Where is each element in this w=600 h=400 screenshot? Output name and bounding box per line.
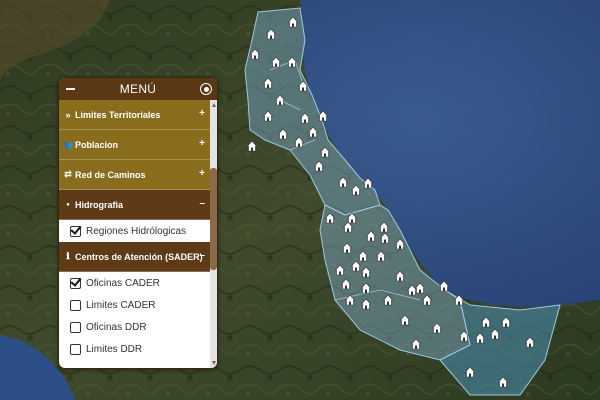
menu-scrollbar[interactable]: [210, 100, 217, 368]
scroll-up-icon[interactable]: [212, 103, 216, 107]
layer-checkbox[interactable]: [70, 321, 81, 333]
menu-section-label: Red de Caminos: [75, 169, 146, 180]
collapse-menu-icon[interactable]: [66, 88, 75, 90]
layer-option-limites-ddr[interactable]: Limites DDR: [59, 338, 217, 360]
layer-option-label: Oficinas DDR: [86, 321, 147, 333]
menu-section-label: Limites Territoriales: [75, 109, 161, 120]
scroll-down-icon[interactable]: [212, 361, 216, 365]
layer-option-label: Limites DDR: [86, 343, 143, 355]
menu-body: » Limites Territoriales + 👥 Poblacion + ⇄ Red d…: [59, 100, 217, 368]
menu-section-limites-territoriales[interactable]: » Limites Territoriales +: [59, 100, 217, 130]
water-drop-icon: ●: [66, 201, 70, 208]
double-chevron-right-icon: »: [65, 109, 71, 120]
layer-checkbox[interactable]: [70, 277, 81, 289]
menu-section-label: Hidrografia: [75, 199, 124, 210]
info-icon: ℹ: [66, 251, 70, 261]
layer-checkbox[interactable]: [70, 225, 81, 237]
menu-section-poblacion[interactable]: 👥 Poblacion +: [59, 130, 217, 160]
layer-option-label: Oficinas CADER: [86, 277, 160, 289]
layer-option-label: Limites CADER: [86, 299, 156, 311]
layer-option-label: Regiones Hidrólogicas: [86, 225, 187, 237]
menu-section-centros-de-atenci-n-sader[interactable]: ℹ Centros de Atención (SADER) –: [59, 242, 217, 272]
menu-panel: MENÚ » Limites Territoriales + 👥 Poblacion + ⇄…: [58, 77, 218, 369]
menu-section-label: Poblacion: [75, 139, 119, 150]
exchange-arrows-icon: ⇄: [64, 169, 72, 179]
layer-option-limites-cader[interactable]: Limites CADER: [59, 294, 217, 316]
expand-icon[interactable]: +: [199, 168, 205, 179]
menu-section-label: Centros de Atención (SADER): [75, 251, 203, 262]
layer-checkbox[interactable]: [70, 299, 81, 311]
menu-header: MENÚ: [59, 78, 217, 100]
layer-option-oficinas-cader[interactable]: Oficinas CADER: [59, 272, 217, 294]
expand-icon[interactable]: +: [199, 138, 205, 149]
menu-title: MENÚ: [119, 82, 157, 96]
scroll-thumb[interactable]: [210, 168, 217, 270]
menu-section-hidrografia[interactable]: ● Hidrografia –: [59, 190, 217, 220]
menu-section-red-de-caminos[interactable]: ⇄ Red de Caminos +: [59, 160, 217, 190]
users-icon: 👥: [64, 141, 73, 149]
close-menu-icon[interactable]: [200, 83, 212, 95]
layer-checkbox[interactable]: [70, 343, 81, 355]
layer-option-regiones-hidr-logicas[interactable]: Regiones Hidrólogicas: [59, 220, 217, 242]
layer-option-oficinas-ddr[interactable]: Oficinas DDR: [59, 316, 217, 338]
collapse-icon[interactable]: –: [199, 250, 205, 261]
collapse-icon[interactable]: –: [199, 198, 205, 209]
expand-icon[interactable]: +: [199, 108, 205, 119]
